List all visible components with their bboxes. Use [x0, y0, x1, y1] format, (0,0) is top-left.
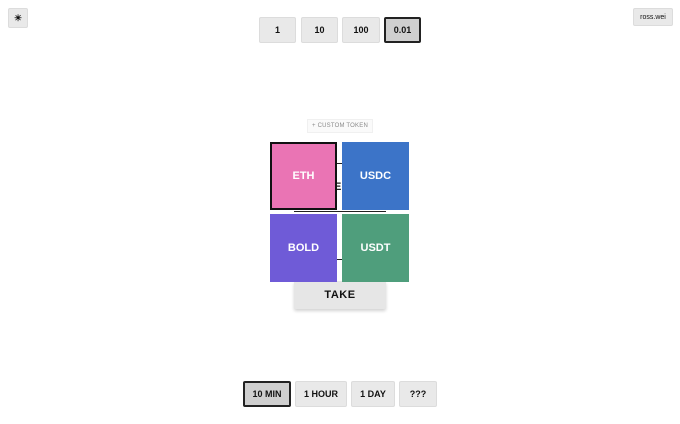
amount-option-0-01[interactable]: 0.01 [384, 17, 421, 43]
sun-icon: ☀ [13, 12, 23, 23]
token-label-bold: BOLD [287, 242, 320, 254]
user-account-button[interactable]: ross.wei [633, 8, 673, 26]
token-label-usdc: USDC [359, 170, 392, 182]
token-tile-bold[interactable]: BOLD [270, 214, 337, 282]
token-tile-eth[interactable]: ETH [270, 142, 337, 210]
add-custom-token-button[interactable]: + CUSTOM TOKEN [307, 119, 373, 133]
amount-option-1[interactable]: 1 [259, 17, 296, 43]
theme-toggle-button[interactable]: ☀ [8, 8, 28, 28]
amount-option-10[interactable]: 10 [301, 17, 338, 43]
duration-option-1-hour[interactable]: 1 HOUR [295, 381, 347, 407]
take-button[interactable]: TAKE [294, 281, 386, 309]
token-tile-usdc[interactable]: USDC [342, 142, 409, 210]
token-label-usdt: USDT [360, 242, 391, 254]
app-root: ☀ ross.wei 1 10 100 0.01 + CUSTOM TOKEN … [0, 0, 680, 424]
amount-option-100[interactable]: 100 [342, 17, 380, 43]
duration-option-unknown[interactable]: ??? [399, 381, 437, 407]
duration-option-10-min[interactable]: 10 MIN [243, 381, 291, 407]
duration-option-1-day[interactable]: 1 DAY [351, 381, 395, 407]
token-tile-usdt[interactable]: USDT [342, 214, 409, 282]
token-label-eth: ETH [292, 170, 315, 182]
